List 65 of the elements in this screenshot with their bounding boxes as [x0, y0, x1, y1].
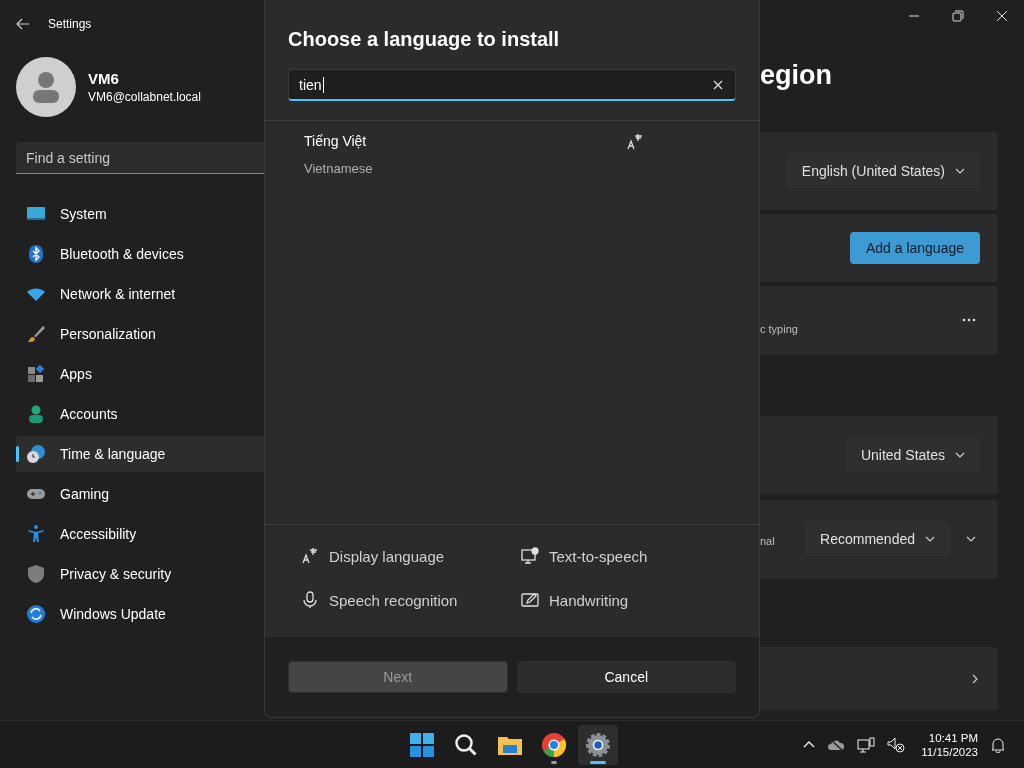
- search-icon: [453, 731, 479, 758]
- speaker-muted-icon: [887, 736, 906, 753]
- pen-tablet-icon: [521, 591, 539, 609]
- bell-icon: [990, 736, 1006, 753]
- person-icon: [26, 404, 46, 424]
- cloud-off-icon: [827, 737, 846, 752]
- avatar: [16, 57, 76, 117]
- ellipsis-icon: [962, 318, 976, 322]
- chevron-down-icon: [955, 450, 965, 460]
- user-name: VM6: [88, 70, 120, 87]
- page-heading: egion: [760, 60, 833, 92]
- chevron-down-icon: [925, 534, 935, 544]
- search-field[interactable]: Find a setting: [16, 142, 264, 174]
- nav-item[interactable]: Network & internet: [16, 276, 264, 312]
- restore-icon: [952, 10, 964, 22]
- chevron-down-icon: [955, 166, 965, 176]
- dialog-button[interactable]: Cancel: [516, 661, 736, 693]
- clock-date[interactable]: 11/15/2023: [921, 745, 978, 758]
- back-arrow-icon: [16, 18, 30, 30]
- chrome-icon: [541, 731, 567, 758]
- nav-item[interactable]: Gaming: [16, 476, 264, 512]
- sync-icon: [26, 604, 46, 624]
- card-text: c typing: [760, 323, 798, 335]
- feature-label: Display language: [329, 547, 445, 565]
- language-icon: [301, 547, 319, 565]
- nav-item[interactable]: Apps: [16, 356, 264, 392]
- feature-label: Handwriting: [549, 591, 629, 609]
- windows-icon: [409, 731, 435, 758]
- microphone-icon: [301, 591, 319, 609]
- card-text: nal: [760, 535, 775, 547]
- shield-icon: [26, 564, 46, 584]
- dropdown[interactable]: United States: [845, 438, 980, 472]
- network-icon: [857, 736, 876, 753]
- accessibility-icon: [26, 524, 46, 544]
- clock-time[interactable]: 10:41 PM: [928, 731, 978, 744]
- nav-item[interactable]: Accounts: [16, 396, 264, 432]
- add-language-button[interactable]: Add a language: [849, 232, 980, 264]
- language-icon: [626, 133, 644, 151]
- language-english-name: Vietnamese: [304, 161, 373, 176]
- nav-item[interactable]: Bluetooth & devices: [16, 236, 264, 272]
- language-search-field[interactable]: tien: [288, 69, 736, 101]
- gear-icon: [585, 731, 611, 758]
- paintbrush-icon: [26, 324, 46, 344]
- nav-item[interactable]: Accessibility: [16, 516, 264, 552]
- nav-item[interactable]: Time & language: [16, 436, 264, 472]
- language-name[interactable]: Tiếng Việt: [304, 133, 373, 149]
- chevron-right-icon: [970, 673, 980, 684]
- chevron-down-icon: [966, 534, 976, 544]
- nav-item[interactable]: System: [16, 196, 264, 232]
- user-email: VM6@collabnet.local: [88, 90, 201, 104]
- monitor-speech-icon: [521, 547, 539, 565]
- feature-label: Text-to-speech: [549, 547, 648, 565]
- dialog-title: Choose a language to install: [288, 28, 561, 51]
- nav-item[interactable]: Windows Update: [16, 596, 264, 632]
- window-title: Settings: [48, 17, 92, 31]
- taskbar-app[interactable]: [578, 724, 618, 765]
- apps-icon: [26, 364, 46, 384]
- nav-item[interactable]: Personalization: [16, 316, 264, 352]
- globe-clock-icon: [26, 444, 46, 464]
- close-icon: [996, 10, 1008, 22]
- bluetooth-icon: [26, 244, 46, 264]
- nav-item[interactable]: Privacy & security: [16, 556, 264, 592]
- dropdown[interactable]: Recommended: [805, 522, 950, 556]
- dropdown[interactable]: English (United States): [786, 154, 980, 188]
- feature-label: Speech recognition: [329, 591, 458, 609]
